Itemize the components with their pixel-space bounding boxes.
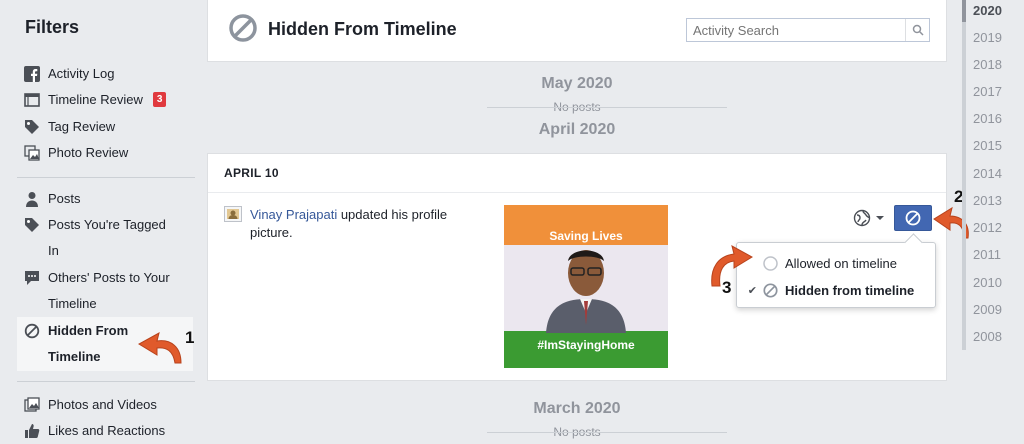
photo-stack-icon (24, 145, 40, 161)
facebook-icon (24, 66, 40, 82)
month-heading-may: May 2020 (541, 75, 613, 92)
year-2010[interactable]: 2010 (973, 275, 1002, 290)
year-2018[interactable]: 2018 (973, 57, 1002, 72)
visibility-dropdown: Allowed on timeline ✔ Hidden from timeli… (736, 242, 936, 308)
search-button[interactable] (905, 19, 929, 41)
empty-circle-icon (763, 255, 778, 271)
sidebar-item-posts-tagged-in[interactable]: Posts You're Tagged In (24, 217, 166, 264)
sidebar-divider (17, 177, 195, 178)
sidebar-item-timeline-review[interactable]: Timeline Review 3 (24, 92, 167, 113)
option-label: Allowed on timeline (785, 255, 898, 271)
page-title: Hidden From Timeline (268, 19, 457, 39)
separator-line (487, 107, 607, 108)
separator-line (607, 107, 727, 108)
sidebar-item-label: Timeline Review (48, 92, 143, 107)
photos-icon (24, 397, 40, 413)
sidebar-item-label: Photo Review (48, 145, 129, 160)
sidebar-item-label: Posts You're Tagged In (48, 217, 166, 258)
sidebar-item-label: Photos and Videos (48, 397, 157, 412)
timeline-visibility-button[interactable] (894, 205, 932, 231)
tag-icon (24, 217, 40, 233)
year-rail-active (962, 0, 966, 22)
separator-line (487, 432, 607, 433)
sidebar-item-label: Others' Posts to Your Timeline (48, 270, 170, 311)
sidebar-divider (17, 381, 195, 382)
filters-title: Filters (25, 17, 80, 37)
year-2019[interactable]: 2019 (973, 30, 1002, 45)
author-link[interactable]: Vinay Prajapati (250, 207, 337, 222)
year-2015[interactable]: 2015 (973, 138, 1002, 153)
person-icon (24, 191, 40, 207)
year-2014[interactable]: 2014 (973, 166, 1002, 181)
month-heading-april: April 2020 (538, 121, 616, 138)
globe-icon (853, 209, 871, 227)
block-icon (24, 323, 40, 339)
step-number-1: 1 (185, 328, 195, 347)
step-number-3: 3 (722, 278, 732, 297)
notification-badge: 3 (152, 92, 167, 107)
sidebar-item-others-posts[interactable]: Others' Posts to Your Timeline (24, 270, 170, 317)
year-2020[interactable]: 2020 (973, 3, 1002, 18)
block-icon (763, 282, 778, 298)
annotation-arrow-1 (138, 332, 182, 364)
sidebar-item-tag-review[interactable]: Tag Review (24, 119, 115, 140)
page-header: Hidden From Timeline (207, 0, 947, 62)
filters-sidebar: Filters Activity Log Timeline Review 3 T… (0, 0, 200, 438)
sidebar-item-hidden-from-timeline[interactable]: Hidden From Timeline (24, 323, 128, 370)
option-label: Hidden from timeline (785, 282, 915, 298)
year-2012[interactable]: 2012 (973, 220, 1002, 235)
sidebar-item-label: Hidden From Timeline (48, 323, 129, 364)
year-2008[interactable]: 2008 (973, 329, 1002, 344)
sidebar-item-label: Posts (48, 191, 81, 206)
year-2013[interactable]: 2013 (973, 193, 1002, 208)
no-posts-march: No posts (207, 425, 947, 439)
chevron-down-icon (876, 216, 884, 220)
post-description: Vinay Prajapati updated his profile pict… (250, 206, 490, 242)
option-hidden-from-timeline[interactable]: ✔ Hidden from timeline (737, 278, 937, 302)
person-portrait (546, 250, 626, 333)
search-icon (912, 24, 924, 36)
sidebar-item-likes-reactions[interactable]: Likes and Reactions (24, 423, 165, 444)
photo-caption-bottom: #ImStayingHome (537, 338, 635, 352)
year-2016[interactable]: 2016 (973, 111, 1002, 126)
search-input[interactable] (687, 20, 905, 40)
option-allowed-on-timeline[interactable]: Allowed on timeline (737, 251, 937, 275)
timeline-icon (24, 92, 40, 108)
sidebar-item-label: Likes and Reactions (48, 423, 166, 438)
separator-line (607, 432, 727, 433)
date-divider (208, 192, 946, 193)
block-icon (905, 210, 921, 226)
thumbs-up-icon (24, 423, 40, 439)
sidebar-item-activity-log[interactable]: Activity Log (24, 66, 114, 87)
year-2009[interactable]: 2009 (973, 302, 1002, 317)
profile-photo[interactable]: Saving Lives #ImStayingHome (504, 205, 668, 368)
tag-icon (24, 119, 40, 135)
hidden-block-icon (229, 14, 257, 42)
photo-caption-top: Saving Lives (549, 229, 623, 243)
sidebar-item-label: Activity Log (48, 66, 115, 81)
post-date: APRIL 10 (224, 166, 279, 180)
speech-bubble-icon (24, 270, 40, 286)
activity-search (686, 18, 930, 42)
year-2011[interactable]: 2011 (973, 247, 1001, 262)
privacy-selector[interactable] (853, 209, 891, 227)
profile-picture-icon (224, 206, 242, 222)
activity-post-card: APRIL 10 Vinay Prajapati updated his pro… (207, 153, 969, 381)
sidebar-item-photos-videos[interactable]: Photos and Videos (24, 397, 157, 418)
no-posts-may: No posts (207, 100, 947, 114)
sidebar-item-label: Tag Review (48, 119, 116, 134)
sidebar-item-posts[interactable]: Posts (24, 191, 81, 212)
year-rail (962, 0, 966, 350)
sidebar-item-photo-review[interactable]: Photo Review (24, 145, 128, 166)
annotation-arrow-2 (933, 206, 969, 239)
year-2017[interactable]: 2017 (973, 84, 1002, 99)
month-heading-march: March 2020 (533, 400, 621, 417)
